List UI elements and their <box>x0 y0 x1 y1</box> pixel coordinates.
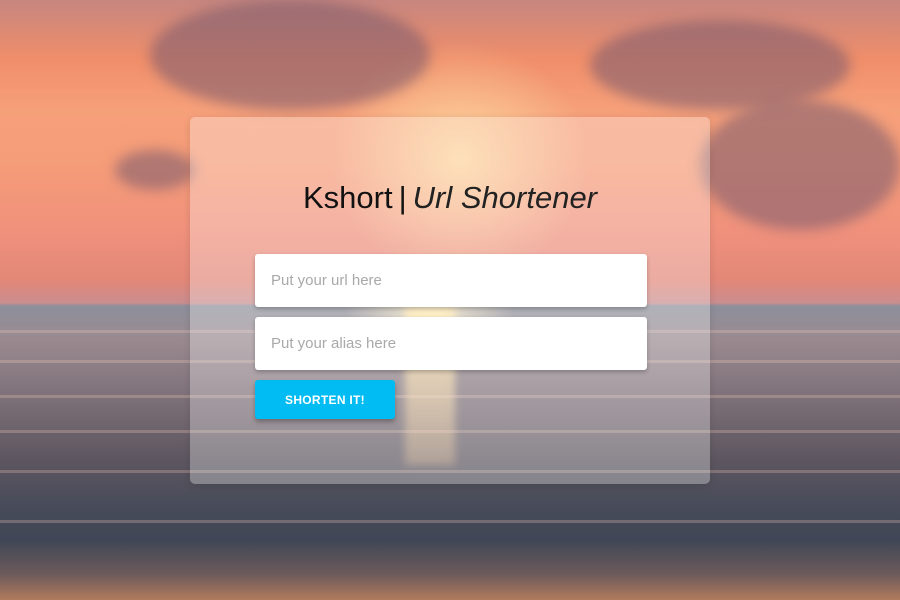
title-separator: | <box>398 180 407 215</box>
url-input[interactable] <box>255 254 647 307</box>
shorten-button[interactable]: SHORTEN IT! <box>255 380 395 419</box>
alias-input[interactable] <box>255 317 647 370</box>
wave-line <box>0 520 900 523</box>
cloud <box>150 0 430 110</box>
cloud <box>590 20 850 110</box>
brand-name: Kshort <box>302 180 393 215</box>
app-subtitle: Url Shortener <box>412 180 598 215</box>
page-title: Kshort | Url Shortener <box>0 180 900 216</box>
